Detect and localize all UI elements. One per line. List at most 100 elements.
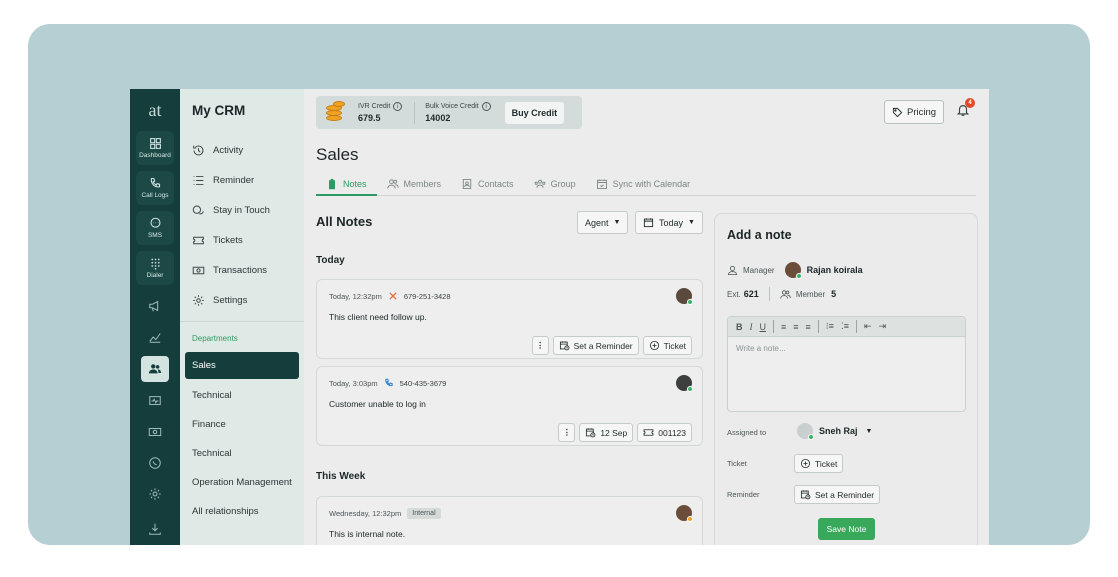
contacts-icon[interactable] xyxy=(141,356,169,382)
toolbar-divider xyxy=(817,320,819,333)
outdent-icon[interactable]: ⇤ xyxy=(864,321,872,332)
avatar xyxy=(784,262,802,279)
rail-dashboard[interactable]: Dashboard xyxy=(136,131,174,165)
add-note-panel: Add a note Manager Rajan koirala Ext. 62… xyxy=(714,213,978,545)
ticket-field-label: Ticket xyxy=(727,459,747,468)
note-card[interactable]: Wednesday, 12:32pm Internal This is inte… xyxy=(316,496,703,545)
department-technical[interactable]: Technical xyxy=(180,381,304,410)
date-filter-dropdown[interactable]: Today ▼ xyxy=(635,211,703,234)
department-sales[interactable]: Sales xyxy=(185,352,299,379)
sidebar-item-reminder[interactable]: Reminder xyxy=(180,165,304,195)
member-value: 5 xyxy=(831,289,837,299)
sidebar-item-activity[interactable]: Activity xyxy=(180,135,304,165)
monitor-icon[interactable] xyxy=(140,389,170,413)
align-center-icon[interactable]: ≡ xyxy=(793,322,798,332)
departments-heading: Departments xyxy=(192,334,238,343)
tab-notes[interactable]: Notes xyxy=(316,173,377,196)
tab-group[interactable]: Group xyxy=(524,173,586,195)
underline-button[interactable]: U xyxy=(760,322,767,332)
money-icon[interactable] xyxy=(140,420,170,444)
list-icon xyxy=(193,175,204,185)
avatar xyxy=(676,505,693,522)
tab-notes-label: Notes xyxy=(343,178,367,189)
rail-call-logs-label: Call Logs xyxy=(141,192,169,199)
tab-members[interactable]: Members xyxy=(377,173,452,195)
megaphone-icon[interactable] xyxy=(140,294,170,318)
plus-circle-icon xyxy=(649,340,659,351)
ivr-credit: IVR Credit i 679.5 xyxy=(358,102,403,123)
pricing-button[interactable]: Pricing xyxy=(884,100,945,124)
tab-bar: Notes Members Contacts Group Sync with C… xyxy=(316,173,976,196)
rail-call-logs[interactable]: Call Logs xyxy=(136,171,174,205)
editor-toolbar: B I U ≡ ≡ ≡ ⁝≡ ⁚≡ ⇤ ⇥ xyxy=(728,317,965,337)
add-ticket-button[interactable]: Ticket xyxy=(794,454,844,473)
sms-icon xyxy=(150,217,160,228)
note-text: Customer unable to log in xyxy=(329,399,426,409)
note-textarea[interactable]: Write a note... xyxy=(728,337,965,360)
group-icon xyxy=(534,179,545,188)
grid-icon xyxy=(149,138,161,149)
buy-credit-button[interactable]: Buy Credit xyxy=(504,101,565,124)
info-icon[interactable]: i xyxy=(481,102,491,111)
bulk-credit-label: Bulk Voice Credit xyxy=(425,103,479,110)
notification-bell[interactable]: 4 xyxy=(956,98,975,119)
analytics-icon[interactable] xyxy=(140,325,170,349)
crm-sidebar: My CRM Activity Reminder Stay in Touch T… xyxy=(180,89,304,545)
incoming-call-icon xyxy=(384,378,393,387)
history-icon xyxy=(193,145,204,155)
download-icon[interactable] xyxy=(140,517,170,541)
note-card[interactable]: Today, 3:03pm 540-435-3679 Customer unab… xyxy=(316,366,703,446)
rail-sms[interactable]: SMS xyxy=(136,211,174,245)
note-phone: 679-251-3428 xyxy=(403,291,451,301)
settings-icon[interactable] xyxy=(140,482,170,506)
add-ticket-label: Ticket xyxy=(815,458,838,469)
bulk-voice-credit: Bulk Voice Credit i 14002 xyxy=(425,102,491,123)
app-logo: at xyxy=(148,100,162,120)
note-text: This client need follow up. xyxy=(329,312,427,322)
ticket-number-label: 001123 xyxy=(658,427,686,438)
align-right-icon[interactable]: ≡ xyxy=(806,322,811,332)
align-left-icon[interactable]: ≡ xyxy=(781,322,786,332)
ticket-number-chip[interactable]: 001123 xyxy=(637,423,692,442)
tag-icon xyxy=(892,107,903,117)
set-reminder-button[interactable]: Set a Reminder xyxy=(552,336,639,355)
sidebar-item-settings[interactable]: Settings xyxy=(180,285,304,315)
ticket-button[interactable]: Ticket xyxy=(642,336,692,355)
avatar xyxy=(676,375,693,392)
tab-contacts[interactable]: Contacts xyxy=(451,173,524,195)
avatar xyxy=(676,288,693,305)
whatsapp-icon[interactable] xyxy=(140,451,170,475)
set-reminder-label: Set a Reminder xyxy=(573,340,633,351)
department-finance[interactable]: Finance xyxy=(180,410,304,439)
assignee-dropdown[interactable]: Sneh Raj ▼ xyxy=(797,423,872,440)
bullet-list-icon[interactable]: ⁚≡ xyxy=(841,321,849,332)
note-editor[interactable]: B I U ≡ ≡ ≡ ⁝≡ ⁚≡ ⇤ ⇥ Write a note... xyxy=(727,316,966,412)
sidebar-item-tickets[interactable]: Tickets xyxy=(180,225,304,255)
tab-sync-with-calendar[interactable]: Sync with Calendar xyxy=(586,173,701,195)
italic-button[interactable]: I xyxy=(750,322,753,332)
phone-icon xyxy=(150,178,160,188)
info-icon[interactable]: i xyxy=(393,102,403,111)
ticket-icon xyxy=(643,429,654,436)
sidebar-item-transactions[interactable]: Transactions xyxy=(180,255,304,285)
note-card[interactable]: Today, 12:32pm 679-251-3428 This client … xyxy=(316,279,703,359)
calendar-sync-icon xyxy=(596,179,607,189)
bold-button[interactable]: B xyxy=(736,322,743,332)
department-all-relationships[interactable]: All relationships xyxy=(180,497,304,526)
rail-dialer[interactable]: Dialer xyxy=(136,251,174,285)
members-icon xyxy=(386,179,399,189)
indent-icon[interactable]: ⇥ xyxy=(879,321,887,332)
department-operation-management[interactable]: Operation Management xyxy=(180,468,304,497)
more-options-button[interactable]: ⋮ xyxy=(558,423,576,442)
department-technical-2[interactable]: Technical xyxy=(180,439,304,468)
reminder-date-chip[interactable]: 12 Sep xyxy=(579,423,634,442)
ivr-credit-label: IVR Credit xyxy=(358,103,391,110)
save-note-button[interactable]: Save Note xyxy=(818,518,875,540)
reminder-date-label: 12 Sep xyxy=(600,427,628,438)
set-reminder-button[interactable]: Set a Reminder xyxy=(794,485,881,504)
more-options-button[interactable]: ⋮ xyxy=(531,336,549,355)
numbered-list-icon[interactable]: ⁝≡ xyxy=(826,321,834,332)
sidebar-item-stay-in-touch[interactable]: Stay in Touch xyxy=(180,195,304,225)
agent-filter-dropdown[interactable]: Agent ▼ xyxy=(577,211,629,234)
plus-circle-icon xyxy=(800,458,811,469)
